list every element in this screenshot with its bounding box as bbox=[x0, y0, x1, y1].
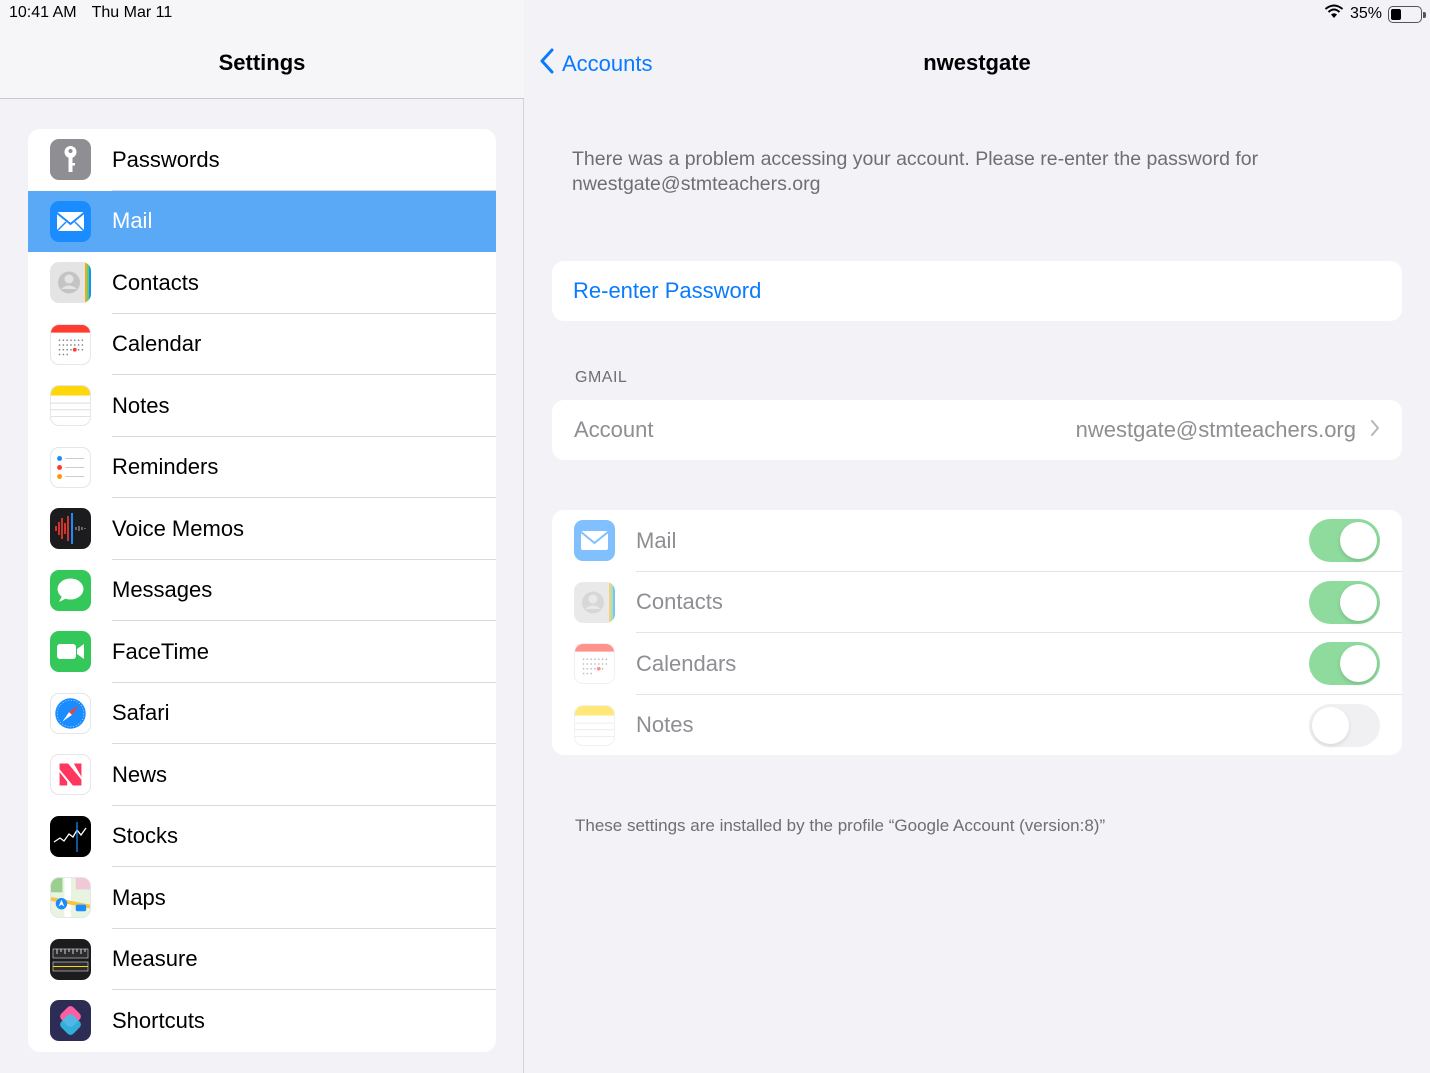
service-row-contacts: Contacts bbox=[552, 572, 1402, 633]
account-label: Account bbox=[574, 417, 654, 442]
reminders-icon bbox=[50, 446, 91, 488]
sidebar-item-label: Reminders bbox=[112, 454, 219, 480]
service-label: Notes bbox=[636, 712, 694, 738]
sidebar-item-shortcuts[interactable]: Shortcuts bbox=[28, 990, 496, 1052]
battery-percent: 35% bbox=[1349, 5, 1382, 22]
sidebar-item-label: Shortcuts bbox=[112, 1007, 205, 1033]
wifi-icon bbox=[1324, 4, 1344, 24]
sidebar-title: Settings bbox=[218, 50, 306, 75]
reenter-password-button[interactable]: Re-enter Password bbox=[552, 261, 1402, 321]
page-title: nwestgate bbox=[923, 50, 1031, 75]
sidebar-item-label: Calendar bbox=[112, 331, 202, 357]
maps-icon bbox=[50, 877, 91, 918]
sidebar-item-label: Notes bbox=[112, 392, 170, 418]
status-date: Thu Mar 11 bbox=[91, 4, 173, 21]
settings-list: Passwords Mail Contacts Calendar Notes R… bbox=[28, 129, 496, 1052]
sidebar-item-maps[interactable]: Maps bbox=[28, 867, 496, 929]
sidebar-item-measure[interactable]: Measure bbox=[28, 929, 496, 990]
sidebar-item-label: FaceTime bbox=[112, 638, 209, 664]
sidebar-item-label: Messages bbox=[112, 577, 213, 603]
services-list: Mail Contacts Calendars Notes bbox=[552, 510, 1402, 755]
sidebar-item-contacts[interactable]: Contacts bbox=[28, 252, 496, 314]
stocks-icon bbox=[50, 815, 91, 857]
contacts-icon bbox=[574, 581, 615, 623]
notes-icon bbox=[574, 704, 615, 746]
account-error-notice: There was a problem accessing your accou… bbox=[572, 148, 1259, 195]
sidebar-item-label: Safari bbox=[112, 700, 170, 726]
sidebar-item-passwords[interactable]: Passwords bbox=[28, 129, 496, 191]
account-value: nwestgate@stmteachers.org bbox=[1075, 417, 1356, 442]
status-bar-left: 10:41 AM Thu Mar 11 bbox=[9, 4, 172, 22]
mail-icon bbox=[50, 200, 91, 242]
sidebar-item-label: Measure bbox=[112, 946, 198, 972]
mail-icon bbox=[574, 520, 615, 561]
service-row-notes: Notes bbox=[552, 695, 1402, 756]
sidebar-item-label: Voice Memos bbox=[112, 515, 245, 541]
sidebar-item-label: Passwords bbox=[112, 146, 220, 172]
mail-sync-toggle[interactable] bbox=[1309, 519, 1380, 562]
contacts-sync-toggle[interactable] bbox=[1309, 580, 1380, 624]
sidebar-item-label: Mail bbox=[112, 208, 153, 234]
sidebar-item-stocks[interactable]: Stocks bbox=[28, 806, 496, 867]
sidebar-item-messages[interactable]: Messages bbox=[28, 560, 496, 621]
calendars-sync-toggle[interactable] bbox=[1309, 642, 1380, 685]
account-row[interactable]: Account nwestgate@stmteachers.org bbox=[552, 400, 1402, 460]
reenter-password-label: Re-enter Password bbox=[573, 278, 762, 303]
news-icon bbox=[50, 754, 91, 795]
notes-sync-toggle[interactable] bbox=[1309, 703, 1380, 747]
calendar-icon bbox=[574, 643, 615, 684]
sidebar-item-safari[interactable]: Safari bbox=[28, 683, 496, 744]
sidebar-item-news[interactable]: News bbox=[28, 744, 496, 806]
chevron-right-icon bbox=[1370, 417, 1380, 443]
profile-footer-note: These settings are installed by the prof… bbox=[575, 816, 1106, 835]
notes-icon bbox=[50, 385, 91, 426]
safari-icon bbox=[50, 692, 91, 734]
section-header-gmail: GMAIL bbox=[575, 369, 628, 386]
voice-memos-icon bbox=[50, 508, 91, 549]
battery-icon bbox=[1388, 5, 1426, 23]
sidebar-item-reminders[interactable]: Reminders bbox=[28, 437, 496, 498]
service-label: Mail bbox=[636, 527, 677, 553]
shortcuts-icon bbox=[50, 1000, 91, 1041]
sidebar-item-notes[interactable]: Notes bbox=[28, 375, 496, 437]
sidebar-item-calendar[interactable]: Calendar bbox=[28, 314, 496, 375]
facetime-icon bbox=[50, 631, 91, 672]
service-row-calendars: Calendars bbox=[552, 633, 1402, 695]
key-icon bbox=[50, 139, 91, 180]
messages-icon bbox=[50, 569, 91, 611]
status-bar-right: 35% bbox=[1324, 4, 1426, 24]
contacts-icon bbox=[50, 262, 91, 303]
sidebar-item-label: Contacts bbox=[112, 269, 199, 295]
service-label: Calendars bbox=[636, 650, 737, 676]
sidebar-item-label: Maps bbox=[112, 884, 166, 910]
settings-sidebar: Settings Passwords Mail Contacts Calenda… bbox=[0, 0, 524, 1073]
service-row-mail: Mail bbox=[552, 510, 1402, 572]
service-label: Contacts bbox=[636, 589, 723, 615]
measure-icon bbox=[50, 938, 91, 980]
sidebar-item-voice-memos[interactable]: Voice Memos bbox=[28, 498, 496, 560]
sidebar-item-mail[interactable]: Mail bbox=[28, 190, 496, 252]
calendar-icon bbox=[50, 323, 91, 365]
sidebar-item-label: Stocks bbox=[112, 823, 179, 849]
sidebar-item-label: News bbox=[112, 761, 168, 787]
status-time: 10:41 AM bbox=[9, 4, 77, 21]
sidebar-item-facetime[interactable]: FaceTime bbox=[28, 621, 496, 683]
